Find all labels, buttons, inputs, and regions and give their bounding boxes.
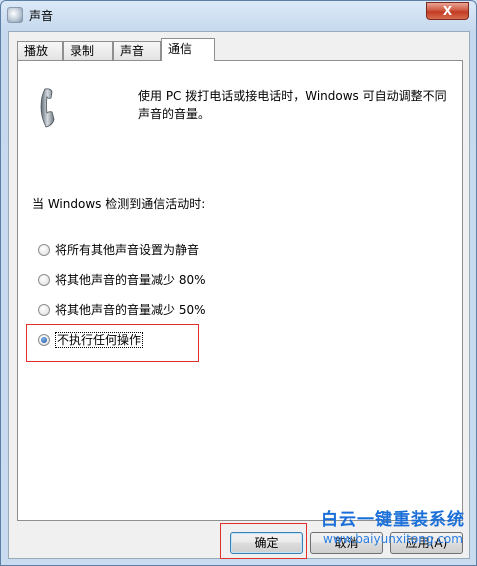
phone-handset-icon <box>40 88 55 128</box>
title-bar[interactable]: 声音 X <box>1 1 476 29</box>
sound-dialog: 声音 X 播放 录制 声音 通信 使用 PC 拨打电话或接电话时，Windows <box>0 0 477 566</box>
radio-button[interactable] <box>38 274 50 286</box>
tab-recording[interactable]: 录制 <box>63 41 113 60</box>
description-text: 使用 PC 拨打电话或接电话时，Windows 可自动调整不同声音的音量。 <box>138 89 447 121</box>
ok-highlight-box <box>220 523 307 559</box>
radio-button[interactable] <box>38 244 50 256</box>
communications-panel: 使用 PC 拨打电话或接电话时，Windows 可自动调整不同声音的音量。 当 … <box>17 60 463 521</box>
radio-button[interactable] <box>38 304 50 316</box>
close-button[interactable]: X <box>426 2 469 20</box>
watermark-url: www.baiyunxitong.com <box>323 532 463 546</box>
speaker-icon <box>7 7 23 23</box>
watermark: 白云一键重装系统 www.baiyunxitong.com <box>308 512 477 552</box>
dialog-client-area: 播放 录制 声音 通信 使用 PC 拨打电话或接电话时，Windows 可自动调… <box>8 31 470 559</box>
option-label: 将所有其他声音设置为静音 <box>55 243 200 257</box>
tab-sounds[interactable]: 声音 <box>113 41 161 60</box>
tab-playback[interactable]: 播放 <box>17 41 63 60</box>
detection-heading: 当 Windows 检测到通信活动时: <box>32 197 206 211</box>
window-title: 声音 <box>29 9 54 23</box>
option-label: 将其他声音的音量减少 50% <box>55 303 206 317</box>
tab-communications[interactable]: 通信 <box>161 38 215 61</box>
watermark-title: 白云一键重装系统 <box>321 510 465 530</box>
option-label: 将其他声音的音量减少 80% <box>55 273 206 287</box>
highlight-box <box>26 324 199 362</box>
